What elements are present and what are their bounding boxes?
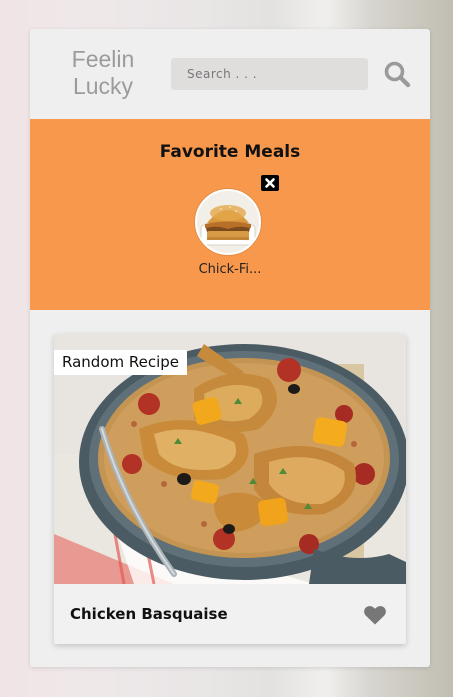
random-recipe-tag: Random Recipe bbox=[54, 350, 188, 375]
logo-line-2: Lucky bbox=[72, 73, 134, 99]
close-icon bbox=[265, 178, 275, 188]
meal-title: Chicken Basquaise bbox=[70, 605, 228, 623]
remove-favorite-button[interactable] bbox=[261, 175, 279, 191]
app-container: Feelin Lucky Favorite Meals bbox=[30, 29, 430, 667]
favorites-section: Favorite Meals Chick-Fi... bbox=[30, 119, 430, 310]
favorite-toggle-button[interactable] bbox=[363, 604, 387, 626]
chicken-sandwich-image bbox=[197, 191, 259, 253]
search-input[interactable] bbox=[171, 58, 368, 90]
favorite-name: Chick-Fi... bbox=[198, 262, 262, 277]
logo-line-1: Feelin bbox=[71, 46, 135, 72]
heart-icon bbox=[364, 606, 386, 625]
favorite-item[interactable]: Chick-Fi... bbox=[190, 189, 270, 289]
random-meal-card[interactable]: Random Recipe Chicken Basquaise bbox=[54, 334, 406, 644]
search-icon bbox=[384, 61, 411, 88]
logo: Feelin Lucky bbox=[66, 46, 140, 100]
search-button[interactable] bbox=[383, 60, 411, 88]
header: Feelin Lucky bbox=[30, 29, 430, 119]
favorite-thumbnail bbox=[195, 189, 261, 255]
favorites-title: Favorite Meals bbox=[159, 142, 301, 162]
